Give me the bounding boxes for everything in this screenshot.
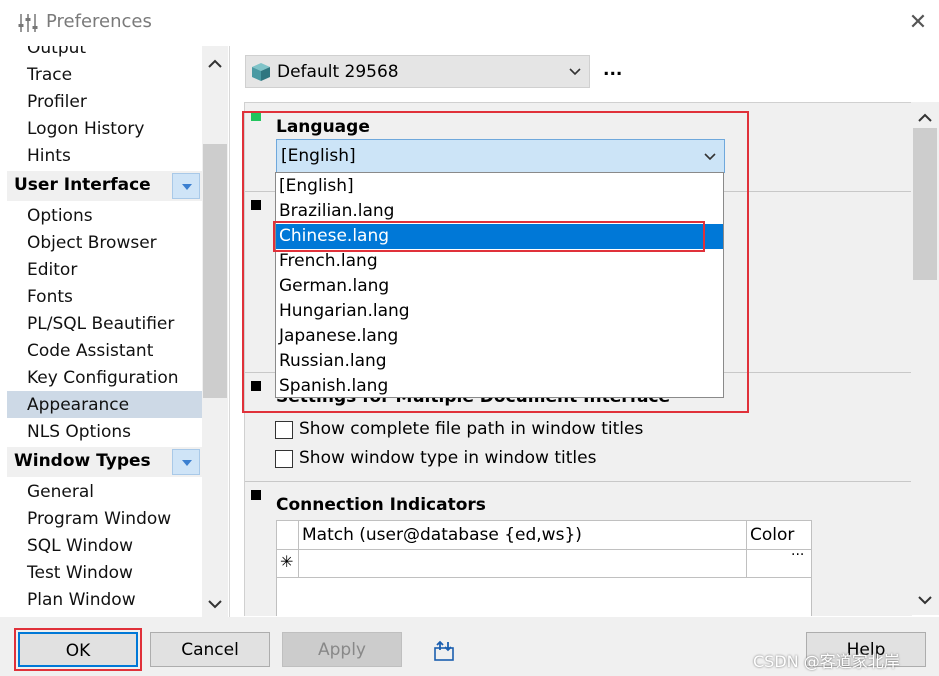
grid-col-match[interactable]: Match (user@database {ed,ws}) [302, 525, 582, 545]
sidebar-item-appearance[interactable]: Appearance [27, 395, 129, 415]
show-window-type-checkbox[interactable] [275, 450, 293, 468]
sidebar-item-hints[interactable]: Hints [27, 146, 71, 166]
sidebar-item-options[interactable]: Options [27, 206, 93, 226]
profile-more-button[interactable]: ... [603, 60, 622, 80]
sidebar-group-window-types[interactable]: Window Types [7, 447, 202, 477]
sidebar-group-user-interface[interactable]: User Interface [7, 171, 202, 201]
chevron-down-icon [569, 68, 581, 76]
settings-scroll-thumb[interactable] [913, 128, 937, 280]
grid-col-color[interactable]: Color [750, 525, 794, 545]
window-title: Preferences [46, 11, 152, 32]
sidebar-item-general[interactable]: General [27, 482, 94, 502]
preferences-sliders-icon [18, 14, 38, 32]
sidebar-item-nls-options[interactable]: NLS Options [27, 422, 131, 442]
sidebar-scroll-thumb[interactable] [203, 144, 227, 398]
sidebar-item-editor[interactable]: Editor [27, 260, 77, 280]
collapse-chevron-icon[interactable] [172, 173, 200, 199]
sidebar-item-object-browser[interactable]: Object Browser [27, 233, 157, 253]
title-bar: Preferences ✕ [0, 0, 939, 46]
sidebar-item-code-assistant[interactable]: Code Assistant [27, 341, 153, 361]
close-button[interactable]: ✕ [906, 12, 930, 36]
sidebar-group-label: Window Types [14, 451, 151, 471]
color-picker-button[interactable]: ··· [791, 547, 804, 563]
annotation-box-language [242, 111, 749, 413]
scroll-up-icon[interactable] [917, 110, 933, 126]
close-icon: ✕ [908, 10, 928, 35]
show-full-path-checkbox[interactable] [275, 421, 293, 439]
annotation-box-ok [14, 628, 142, 671]
sidebar-item-test-window[interactable]: Test Window [27, 563, 133, 583]
sidebar-item-trace[interactable]: Trace [27, 65, 72, 85]
connection-section-title: Connection Indicators [276, 495, 486, 515]
collapse-chevron-icon[interactable] [172, 449, 200, 475]
sidebar-item-logon-history[interactable]: Logon History [27, 119, 144, 139]
new-row-icon: ✳ [280, 552, 294, 571]
scroll-down-icon[interactable] [207, 596, 223, 612]
show-full-path-label: Show complete file path in window titles [299, 419, 644, 439]
show-window-type-label: Show window type in window titles [299, 448, 597, 468]
watermark-text: CSDN @客道家北岸 [753, 652, 900, 671]
sidebar-group-label: User Interface [14, 175, 151, 195]
scroll-up-icon[interactable] [207, 56, 223, 72]
cancel-button[interactable]: Cancel [150, 632, 270, 667]
sidebar-item-plsql-beautifier[interactable]: PL/SQL Beautifier [27, 314, 174, 334]
import-export-icon[interactable] [433, 640, 457, 662]
grid-header: Match (user@database {ed,ws}) Color [277, 521, 811, 577]
sidebar-item-profiler[interactable]: Profiler [27, 92, 87, 112]
sidebar-item-plan-window[interactable]: Plan Window [27, 590, 136, 610]
connection-indicators-grid[interactable]: Match (user@database {ed,ws}) Color ✳ ··… [276, 520, 812, 616]
scroll-down-icon[interactable] [917, 592, 933, 608]
sidebar-item-sql-window[interactable]: SQL Window [27, 536, 133, 556]
cube-icon [252, 63, 270, 81]
profile-select-value: Default 29568 [277, 62, 399, 82]
sidebar-item-program-window[interactable]: Program Window [27, 509, 171, 529]
section-marker-icon [251, 490, 261, 500]
apply-button[interactable]: Apply [282, 632, 402, 667]
sidebar-item-output[interactable]: Output [27, 46, 86, 58]
sidebar-nav: Output Trace Profiler Logon History Hint… [6, 46, 230, 617]
sidebar-item-key-configuration[interactable]: Key Configuration [27, 368, 179, 388]
annotation-box-chinese [273, 221, 705, 252]
sidebar-item-fonts[interactable]: Fonts [27, 287, 73, 307]
grid-new-row[interactable]: ✳ ··· [277, 547, 811, 578]
